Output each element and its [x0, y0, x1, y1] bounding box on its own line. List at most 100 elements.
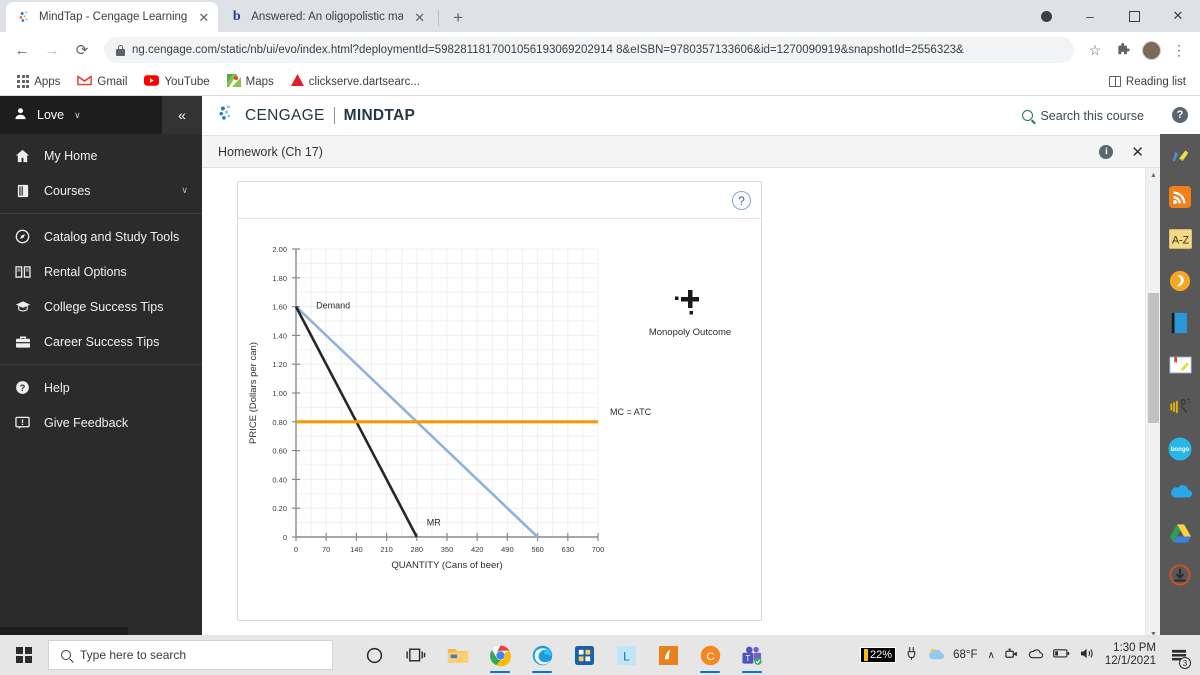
rail-google-drive[interactable]	[1160, 512, 1200, 554]
brand-cengage-label: CENGAGE	[245, 106, 325, 124]
close-icon[interactable]: ✕	[198, 11, 209, 24]
sidebar-item-my-home[interactable]: My Home	[0, 138, 202, 173]
close-assignment-button[interactable]: ✕	[1131, 143, 1144, 161]
address-bar[interactable]: ng.cengage.com/static/nb/ui/evo/index.ht…	[104, 37, 1074, 63]
tray-expand-icon[interactable]: ∧	[988, 650, 995, 661]
sidebar-item-rental-options[interactable]: Rental Options	[0, 254, 202, 289]
volume-icon[interactable]	[1080, 647, 1095, 663]
truncated-question-text	[237, 623, 937, 630]
chegg-icon[interactable]: C	[691, 635, 729, 675]
new-tab-button[interactable]: +	[443, 8, 473, 32]
rail-glossary[interactable]: A-Z	[1160, 218, 1200, 260]
gmail-icon	[77, 74, 93, 89]
chrome-menu-icon[interactable]: ⋮	[1166, 37, 1192, 63]
extensions-icon[interactable]	[1110, 37, 1136, 63]
profile-avatar[interactable]	[1138, 37, 1164, 63]
scrollbar-thumb[interactable]	[1148, 293, 1159, 423]
chrome-icon[interactable]	[481, 635, 519, 675]
lastpass-icon[interactable]: L	[607, 635, 645, 675]
brand-divider	[333, 107, 335, 124]
record-indicator-icon[interactable]	[1024, 0, 1068, 32]
sidebar-item-give-feedback[interactable]: Give Feedback	[0, 405, 202, 440]
bookmark-clickserve[interactable]: clickserve.dartsearc...	[284, 72, 427, 91]
taskbar-edge-left	[0, 627, 128, 635]
adobe-icon	[290, 74, 304, 89]
window-controls: – ✕	[1024, 0, 1200, 32]
close-window-button[interactable]: ✕	[1156, 0, 1200, 32]
weather-widget[interactable]: 68°F	[927, 647, 978, 664]
battery-percent-badge[interactable]: 22%	[860, 647, 897, 663]
onedrive-tray-icon[interactable]	[1028, 648, 1043, 662]
battery-icon[interactable]	[1052, 648, 1070, 662]
file-explorer-icon[interactable]	[439, 635, 477, 675]
a-to-z-glossary-icon: A-Z	[1168, 227, 1192, 251]
back-icon[interactable]: ←	[8, 36, 36, 64]
question-circle-icon[interactable]: ?	[732, 191, 751, 210]
maximize-button[interactable]	[1112, 0, 1156, 32]
sidebar-user-menu[interactable]: Love ∨ «	[0, 96, 202, 134]
taskbar-search-input[interactable]: Type here to search	[48, 640, 333, 670]
rail-rss[interactable]	[1160, 176, 1200, 218]
minimize-button[interactable]: –	[1068, 0, 1112, 32]
reading-list-button[interactable]: Reading list	[1108, 76, 1190, 88]
browser-tab-mindtap[interactable]: MindTap - Cengage Learning ✕	[6, 2, 219, 32]
close-icon[interactable]: ✕	[414, 11, 425, 24]
vertical-scrollbar[interactable]: ▲ ▼	[1145, 168, 1160, 642]
bookmark-youtube[interactable]: YouTube	[137, 73, 216, 91]
sidebar-item-label: College Success Tips	[44, 299, 164, 314]
tab-title: MindTap - Cengage Learning	[39, 11, 188, 23]
rail-download[interactable]	[1160, 554, 1200, 596]
rail-onedrive[interactable]	[1160, 470, 1200, 512]
start-button[interactable]	[0, 635, 48, 675]
rail-flashcards[interactable]	[1160, 260, 1200, 302]
chevron-down-icon: ∨	[74, 109, 81, 120]
brand-mindtap-label: MINDTAP	[343, 106, 416, 124]
sidebar-item-college-success-tips[interactable]: College Success Tips	[0, 289, 202, 324]
taskbar-clock[interactable]: 1:30 PM 12/1/2021	[1105, 642, 1156, 668]
svg-text:280: 280	[411, 545, 424, 554]
rail-read-aloud[interactable]	[1160, 386, 1200, 428]
svg-text:630: 630	[562, 545, 575, 554]
feedback-icon	[14, 416, 31, 430]
sidebar-item-courses[interactable]: Courses ∨	[0, 173, 202, 208]
collapse-sidebar-button[interactable]: «	[162, 96, 202, 134]
bookmark-gmail[interactable]: Gmail	[70, 73, 134, 91]
search-icon	[61, 650, 71, 660]
microsoft-store-icon[interactable]	[565, 635, 603, 675]
cortana-icon[interactable]	[355, 635, 393, 675]
sidebar-item-catalog-and-study-tools[interactable]: Catalog and Study Tools	[0, 219, 202, 254]
book-icon	[14, 184, 31, 198]
bookmark-maps[interactable]: Maps	[220, 72, 281, 92]
economics-graph[interactable]: 0 0.20 0.40 0.60 0.80 1.00 1.20 1.40 1.60 1.80 2.0…	[238, 219, 761, 620]
reload-icon[interactable]: ⟳	[68, 36, 96, 64]
rail-notes[interactable]	[1160, 344, 1200, 386]
lock-icon	[116, 44, 125, 56]
notification-center-button[interactable]: 3	[1166, 635, 1192, 675]
sidebar-item-career-success-tips[interactable]: Career Success Tips	[0, 324, 202, 359]
read-aloud-icon	[1168, 395, 1192, 419]
search-course-button[interactable]: Search this course	[1022, 109, 1144, 123]
svg-text:C: C	[706, 650, 714, 662]
teams-icon[interactable]: T	[733, 635, 771, 675]
rail-highlighter[interactable]	[1160, 134, 1200, 176]
bookmark-star-icon[interactable]: ☆	[1082, 37, 1108, 63]
task-view-icon[interactable]	[397, 635, 435, 675]
mahjong-icon[interactable]	[649, 635, 687, 675]
rail-ebook[interactable]	[1160, 302, 1200, 344]
edge-icon[interactable]	[523, 635, 561, 675]
weather-temp-label: 68°F	[953, 649, 978, 661]
bookmarks-bar: Apps Gmail YouTube Maps clickserve.darts…	[0, 68, 1200, 96]
camera-icon[interactable]	[1005, 647, 1018, 663]
chart-svg: 0 0.20 0.40 0.60 0.80 1.00 1.20 1.40 1.60 1.80 2.0…	[248, 245, 731, 571]
browser-tab-bartleby[interactable]: b Answered: An oligopolistic marke ✕	[218, 2, 435, 32]
rail-bongo[interactable]: bongo	[1160, 428, 1200, 470]
bookmark-apps[interactable]: Apps	[10, 73, 67, 89]
rail-help-button[interactable]: ?	[1160, 96, 1200, 134]
info-icon[interactable]: i	[1099, 144, 1114, 159]
windows-logo-icon	[16, 647, 32, 663]
forward-icon[interactable]: →	[38, 36, 66, 64]
scroll-up-icon[interactable]: ▲	[1146, 168, 1160, 183]
question-circle-icon: ?	[1172, 107, 1188, 123]
cengage-icon	[17, 10, 32, 25]
sidebar-item-help[interactable]: ? Help	[0, 370, 202, 405]
